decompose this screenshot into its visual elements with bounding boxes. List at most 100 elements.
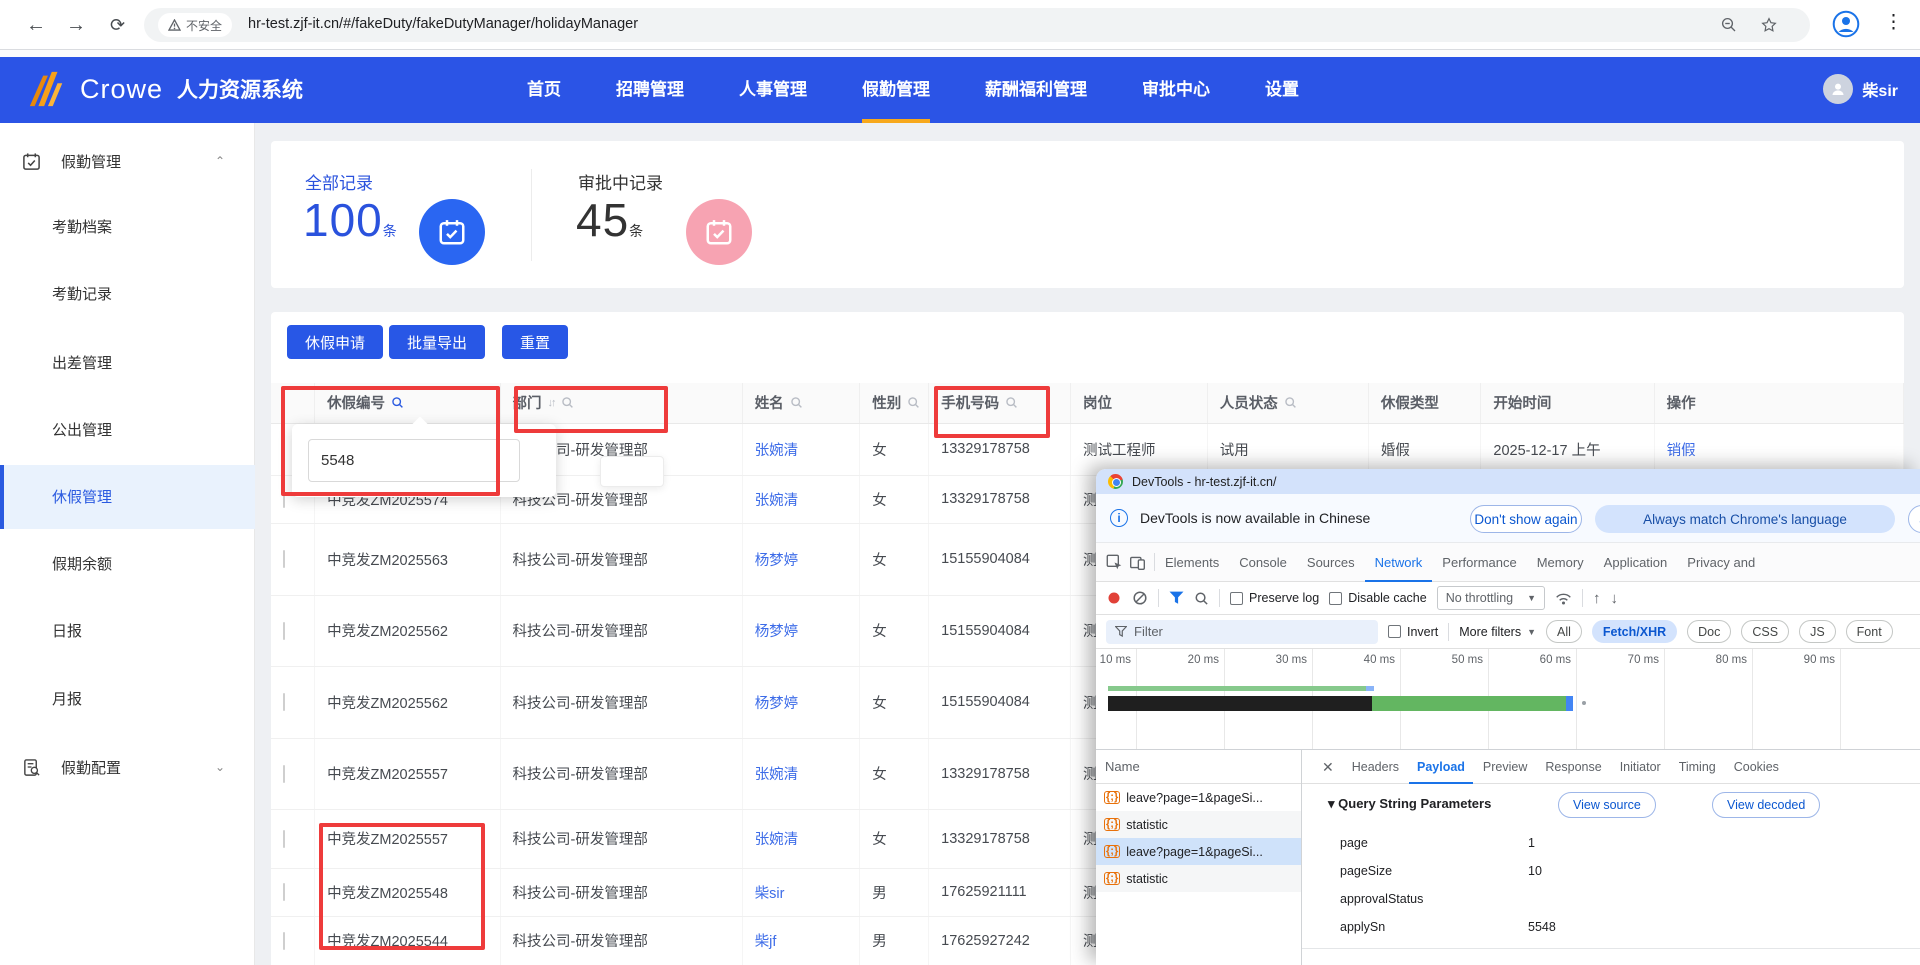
profile-icon[interactable] bbox=[1832, 10, 1860, 38]
sidebar-item-monthly-report[interactable]: 月报 bbox=[0, 678, 255, 718]
nav-salary[interactable]: 薪酬福利管理 bbox=[985, 57, 1087, 123]
reset-button[interactable]: 重置 bbox=[502, 325, 568, 359]
query-string-section[interactable]: ▾ Query String Parameters bbox=[1328, 796, 1491, 812]
address-bar[interactable]: 不安全 hr-test.zjf-it.cn/#/fakeDuty/fakeDut… bbox=[144, 8, 1810, 42]
chevron-down-icon[interactable]: ⌄ bbox=[215, 760, 225, 774]
more-filters-dropdown[interactable]: More filters▼ bbox=[1459, 625, 1536, 639]
request-row-selected[interactable]: {;}leave?page=1&pageSi... bbox=[1096, 838, 1301, 865]
detail-tab-initiator[interactable]: Initiator bbox=[1612, 750, 1669, 784]
network-timeline[interactable]: 10 ms 20 ms 30 ms 40 ms 50 ms 60 ms 70 m… bbox=[1096, 649, 1920, 750]
popup-button-fragment[interactable] bbox=[600, 456, 664, 487]
employee-link[interactable]: 张婉清 bbox=[755, 767, 799, 783]
detail-tab-timing[interactable]: Timing bbox=[1671, 750, 1724, 784]
throttling-select[interactable]: No throttling▼ bbox=[1437, 586, 1545, 610]
browser-menu-icon[interactable]: ⋮ bbox=[1884, 10, 1903, 36]
filter-funnel-icon[interactable] bbox=[1169, 591, 1184, 605]
tab-privacy[interactable]: Privacy and bbox=[1677, 543, 1765, 582]
invert-checkbox[interactable]: Invert bbox=[1388, 625, 1438, 639]
batch-export-button[interactable]: 批量导出 bbox=[389, 325, 485, 359]
dont-show-again-button[interactable]: Don't show again bbox=[1470, 505, 1582, 533]
nav-personnel[interactable]: 人事管理 bbox=[739, 57, 807, 123]
employee-link[interactable]: 杨梦婷 bbox=[755, 696, 799, 712]
zoom-icon[interactable] bbox=[1720, 16, 1738, 34]
tab-elements[interactable]: Elements bbox=[1155, 543, 1229, 582]
user-menu[interactable]: 柴sir bbox=[1823, 74, 1898, 104]
nav-settings[interactable]: 设置 bbox=[1265, 57, 1299, 123]
sidebar-item-attendance-archive[interactable]: 考勤档案 bbox=[0, 206, 255, 246]
sidebar-item-leave-management[interactable]: 休假管理 bbox=[0, 476, 255, 516]
view-source-button[interactable]: View source bbox=[1558, 792, 1656, 818]
sidebar-item-attendance-records[interactable]: 考勤记录 bbox=[0, 273, 255, 313]
detail-tab-preview[interactable]: Preview bbox=[1475, 750, 1535, 784]
chevron-up-icon[interactable]: ⌃ bbox=[215, 154, 225, 168]
row-checkbox[interactable] bbox=[283, 765, 285, 783]
employee-link[interactable]: 杨梦婷 bbox=[755, 553, 799, 569]
sidebar-item-daily-report[interactable]: 日报 bbox=[0, 610, 255, 650]
url-text[interactable]: hr-test.zjf-it.cn/#/fakeDuty/fakeDutyMan… bbox=[248, 16, 638, 32]
tab-performance[interactable]: Performance bbox=[1432, 543, 1526, 582]
filter-pill-font[interactable]: Font bbox=[1846, 620, 1893, 643]
search-icon[interactable] bbox=[1194, 591, 1209, 606]
match-language-button[interactable]: Always match Chrome's language bbox=[1595, 505, 1895, 533]
sidebar-item-business-trip[interactable]: 出差管理 bbox=[0, 342, 255, 382]
employee-link[interactable]: 张婉清 bbox=[755, 493, 799, 509]
detail-tab-response[interactable]: Response bbox=[1537, 750, 1609, 784]
filter-pill-css[interactable]: CSS bbox=[1741, 620, 1789, 643]
checkbox[interactable] bbox=[1388, 625, 1401, 638]
sidebar-group-attendance[interactable]: 假勤管理 ⌃ bbox=[0, 141, 255, 181]
search-icon[interactable] bbox=[907, 396, 920, 409]
record-icon[interactable] bbox=[1106, 590, 1122, 606]
request-name-header[interactable]: Name bbox=[1096, 750, 1301, 784]
employee-link[interactable]: 张婉清 bbox=[755, 832, 799, 848]
tab-application[interactable]: Application bbox=[1594, 543, 1678, 582]
row-checkbox[interactable] bbox=[283, 693, 285, 711]
clear-icon[interactable] bbox=[1132, 590, 1148, 606]
search-icon[interactable] bbox=[790, 396, 803, 409]
detail-tab-payload[interactable]: Payload bbox=[1409, 750, 1473, 784]
employee-link[interactable]: 柴jf bbox=[755, 934, 777, 950]
filter-pill-fetch-xhr[interactable]: Fetch/XHR bbox=[1592, 620, 1677, 643]
row-checkbox[interactable] bbox=[283, 932, 285, 950]
employee-link[interactable]: 张婉清 bbox=[755, 443, 799, 459]
back-icon[interactable]: ← bbox=[26, 12, 46, 38]
filter-pill-js[interactable]: JS bbox=[1799, 620, 1836, 643]
row-checkbox[interactable] bbox=[283, 883, 285, 901]
inspect-icon[interactable] bbox=[1106, 554, 1123, 571]
detail-tab-cookies[interactable]: Cookies bbox=[1726, 750, 1787, 784]
forward-icon[interactable]: → bbox=[66, 12, 86, 38]
nav-attendance[interactable]: 假勤管理 bbox=[862, 57, 930, 123]
devtools-titlebar[interactable]: DevTools - hr-test.zjf-it.cn/ bbox=[1096, 469, 1920, 494]
device-toolbar-icon[interactable] bbox=[1129, 554, 1146, 571]
export-har-icon[interactable]: ↓ bbox=[1611, 590, 1619, 607]
search-icon[interactable] bbox=[1284, 396, 1297, 409]
row-checkbox[interactable] bbox=[283, 830, 285, 848]
bookmark-star-icon[interactable] bbox=[1760, 16, 1778, 34]
filter-pill-all[interactable]: All bbox=[1546, 620, 1582, 643]
nav-approval[interactable]: 审批中心 bbox=[1142, 57, 1210, 123]
sidebar-item-leave-balance[interactable]: 假期余额 bbox=[0, 543, 255, 583]
checkbox[interactable] bbox=[1329, 592, 1342, 605]
request-row[interactable]: {;}statistic bbox=[1096, 811, 1301, 838]
request-row[interactable]: {;}statistic bbox=[1096, 865, 1301, 892]
reload-icon[interactable]: ⟳ bbox=[110, 12, 125, 38]
security-badge[interactable]: 不安全 bbox=[158, 13, 232, 37]
tab-console[interactable]: Console bbox=[1229, 543, 1297, 582]
sidebar-group-attendance-config[interactable]: 假勤配置 ⌄ bbox=[0, 747, 255, 787]
close-icon[interactable]: ✕ bbox=[1314, 750, 1342, 784]
sidebar-item-out-management[interactable]: 公出管理 bbox=[0, 409, 255, 449]
cancel-leave-link[interactable]: 销假 bbox=[1667, 443, 1696, 459]
import-har-icon[interactable]: ↑ bbox=[1593, 590, 1601, 607]
network-conditions-icon[interactable] bbox=[1555, 591, 1572, 606]
employee-link[interactable]: 柴sir bbox=[755, 886, 785, 902]
preserve-log-checkbox[interactable]: Preserve log bbox=[1230, 591, 1319, 605]
tab-memory[interactable]: Memory bbox=[1527, 543, 1594, 582]
apply-leave-button[interactable]: 休假申请 bbox=[287, 325, 383, 359]
tab-sources[interactable]: Sources bbox=[1297, 543, 1365, 582]
tab-network[interactable]: Network bbox=[1365, 543, 1433, 582]
detail-tab-headers[interactable]: Headers bbox=[1344, 750, 1407, 784]
nav-home[interactable]: 首页 bbox=[527, 57, 561, 123]
request-row[interactable]: {;}leave?page=1&pageSi... bbox=[1096, 784, 1301, 811]
disable-cache-checkbox[interactable]: Disable cache bbox=[1329, 591, 1427, 605]
network-filter-input[interactable]: Filter bbox=[1106, 620, 1378, 644]
nav-recruit[interactable]: 招聘管理 bbox=[616, 57, 684, 123]
